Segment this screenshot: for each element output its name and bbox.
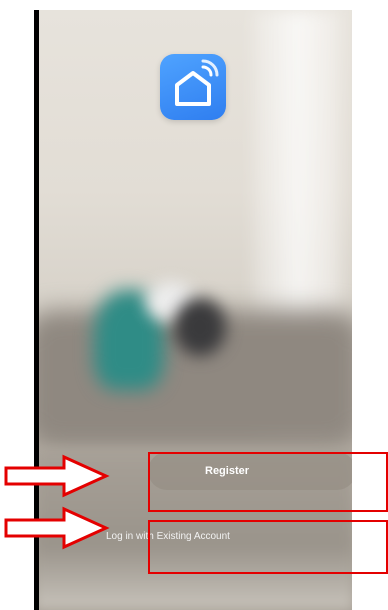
right-arrow-icon <box>4 506 110 550</box>
right-arrow-icon <box>4 454 110 498</box>
house-wifi-icon <box>175 59 219 106</box>
background-person-head <box>174 298 226 356</box>
register-highlight-box <box>148 452 388 512</box>
screenshot-page: Register Log in with Existing Account <box>0 0 388 610</box>
smart-home-icon <box>160 54 226 120</box>
login-highlight-box <box>148 520 388 574</box>
